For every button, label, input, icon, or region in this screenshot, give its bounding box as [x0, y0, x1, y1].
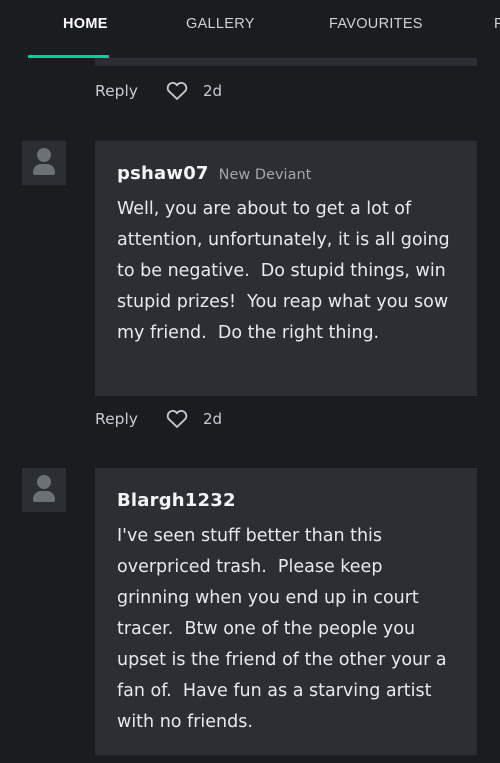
tab-favourites[interactable]: FAVOURITES: [329, 16, 423, 32]
user-role-badge: New Deviant: [218, 167, 312, 183]
reply-button[interactable]: Reply: [95, 410, 165, 428]
comment-meta: pshaw07 New Deviant: [117, 163, 457, 184]
avatar[interactable]: [22, 141, 66, 185]
comment-body: Well, you are about to get a lot of atte…: [117, 199, 456, 343]
comment-timestamp: 2d: [203, 410, 223, 428]
comment-card: pshaw07 New Deviant Well, you are about …: [95, 141, 477, 396]
user-head-icon: [37, 475, 51, 489]
tab-gallery[interactable]: GALLERY: [186, 16, 255, 32]
user-body-icon: [33, 164, 55, 175]
tab-home[interactable]: HOME: [63, 16, 108, 32]
comment-card: Blargh1232 I've seen stuff better than t…: [95, 468, 477, 755]
tab-next-partial[interactable]: P: [494, 16, 500, 32]
avatar[interactable]: [22, 468, 66, 512]
comment-actions: Reply 2d: [95, 407, 222, 431]
heart-icon[interactable]: [165, 81, 203, 101]
comment-username[interactable]: pshaw07: [117, 163, 209, 184]
comment-username[interactable]: Blargh1232: [117, 490, 236, 511]
heart-icon[interactable]: [165, 409, 203, 429]
user-body-icon: [33, 491, 55, 502]
comment-body: I've seen stuff better than this overpri…: [117, 526, 453, 732]
comment-actions: Reply 2d: [95, 79, 222, 103]
comment-timestamp: 2d: [203, 82, 223, 100]
tab-bar: HOME GALLERY FAVOURITES P: [0, 0, 500, 58]
user-head-icon: [37, 148, 51, 162]
reply-button[interactable]: Reply: [95, 82, 165, 100]
previous-comment-card: [95, 58, 477, 66]
comment-meta: Blargh1232: [117, 490, 457, 511]
